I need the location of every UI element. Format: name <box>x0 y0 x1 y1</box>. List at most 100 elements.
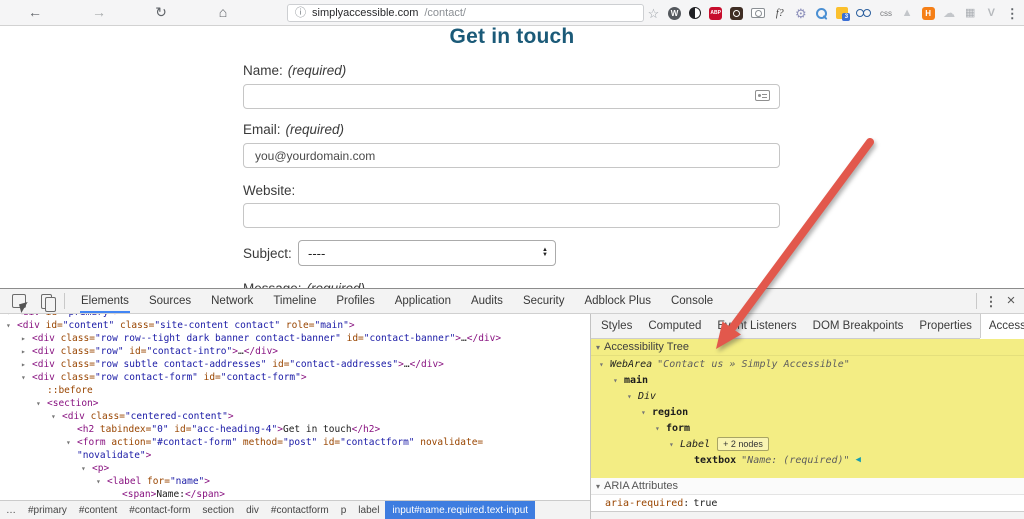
elements-tree-row[interactable]: ▸ <div class="row row--tight dark banner … <box>0 332 590 345</box>
sidebar-tab-event-listeners[interactable]: Event Listeners <box>709 314 804 338</box>
breadcrumb-item[interactable]: #contactform <box>265 501 335 519</box>
disclosure-open-icon[interactable]: ▾ <box>599 360 610 369</box>
disclosure-open-icon[interactable]: ▾ <box>21 371 32 384</box>
subject-selected-value: ---- <box>308 245 326 261</box>
website-input[interactable] <box>243 203 780 228</box>
devtools-close-icon[interactable]: × <box>1004 289 1018 314</box>
disclosure-open-icon[interactable]: ▾ <box>613 376 624 385</box>
accessibility-tree-row[interactable]: ▾ region <box>591 404 1024 420</box>
breadcrumb-item[interactable]: #primary <box>22 501 73 519</box>
home-button[interactable]: ⌂ <box>212 0 234 25</box>
devtools-tab-audits[interactable]: Audits <box>461 289 513 313</box>
accessibility-tree-row[interactable]: textbox "Name: (required)" ◀ <box>591 452 1024 468</box>
bookmark-star-icon[interactable]: ☆ <box>647 6 660 21</box>
sidebar-tab-computed[interactable]: Computed <box>640 314 709 338</box>
device-toolbar-icon[interactable] <box>41 293 56 312</box>
elements-tree-row[interactable]: ▾ <p> <box>0 462 590 475</box>
screenshot-lens-extension-icon[interactable] <box>730 6 744 20</box>
reload-button[interactable]: ↻ <box>150 0 172 25</box>
breadcrumb-item[interactable]: p <box>335 501 353 519</box>
calendar-extension-icon[interactable]: 3 <box>836 7 851 21</box>
disclosure-open-icon[interactable]: ▾ <box>66 436 77 449</box>
devtools-tab-adblock-plus[interactable]: Adblock Plus <box>574 289 660 313</box>
elements-tree-row[interactable]: "novalidate"> <box>0 449 590 462</box>
accessibility-tree-row[interactable]: ▾ WebArea "Contact us » Simply Accessible" <box>591 356 1024 372</box>
breadcrumb-item[interactable]: section <box>196 501 240 519</box>
disclosure-open-icon[interactable]: ▾ <box>669 440 680 449</box>
elements-tree-row[interactable]: ▾ <div id="content" class="site-content c… <box>0 319 590 332</box>
camera-extension-icon[interactable] <box>751 8 766 18</box>
devtools-tab-sources[interactable]: Sources <box>139 289 201 313</box>
disclosure-closed-icon[interactable]: ▸ <box>21 345 32 358</box>
contrast-extension-icon[interactable] <box>689 7 702 19</box>
inspect-element-icon[interactable] <box>12 294 26 308</box>
devtools-tab-profiles[interactable]: Profiles <box>326 289 384 313</box>
sidebar-tab-styles[interactable]: Styles <box>593 314 640 338</box>
triangle-extension-icon[interactable]: ▲ <box>901 6 914 21</box>
disclosure-open-icon[interactable]: ▾ <box>36 397 47 410</box>
disclosure-open-icon[interactable]: ▾ <box>51 410 62 423</box>
devtools-tab-timeline[interactable]: Timeline <box>263 289 326 313</box>
settings-gear-extension-icon[interactable]: ⚙ <box>794 6 807 21</box>
accessibility-tree-row[interactable]: ▾ Label + 2 nodes <box>591 436 1024 452</box>
sidebar-tab-dom-breakpoints[interactable]: DOM Breakpoints <box>805 314 912 338</box>
elements-tree-row[interactable]: ▾ <section> <box>0 397 590 410</box>
elements-tree-row[interactable]: ▾ <form action="#contact-form" method="po… <box>0 436 590 449</box>
expand-nodes-chip[interactable]: + 2 nodes <box>717 437 769 451</box>
disclosure-closed-icon[interactable]: ▸ <box>21 332 32 345</box>
adblock-plus-extension-icon[interactable]: ABP <box>709 6 723 20</box>
magnifier-extension-icon[interactable] <box>815 7 828 20</box>
elements-tree-row[interactable]: ▸ <div class="row subtle contact-addresse… <box>0 358 590 371</box>
devtools-tab-application[interactable]: Application <box>385 289 461 313</box>
disclosure-open-icon[interactable]: ▾ <box>627 392 638 401</box>
devtools-tab-console[interactable]: Console <box>661 289 723 313</box>
accessibility-tree-row[interactable]: ▾ form <box>591 420 1024 436</box>
h-badge-extension-icon[interactable]: H <box>921 6 935 20</box>
sidebar-tab-properties[interactable]: Properties <box>911 314 979 338</box>
pixel-grid-extension-icon[interactable]: ▦ <box>964 6 977 21</box>
autofill-contact-icon[interactable] <box>755 90 770 101</box>
elements-tree-row[interactable]: <h2 tabindex="0" id="acc-heading-4">Get … <box>0 423 590 436</box>
goggles-extension-icon[interactable] <box>856 9 872 17</box>
disclosure-open-icon[interactable]: ▾ <box>96 475 107 488</box>
sidebar-tab-accessibility[interactable]: Accessibility <box>979 314 1024 338</box>
site-info-icon[interactable]: ⓘ <box>295 7 306 19</box>
devtools-tab-network[interactable]: Network <box>201 289 263 313</box>
devtools-tab-elements[interactable]: Elements <box>71 289 139 313</box>
accessibility-tree-row[interactable]: ▾ Div <box>591 388 1024 404</box>
breadcrumb-item[interactable]: div <box>240 501 265 519</box>
v-extension-icon[interactable]: V <box>985 6 998 21</box>
breadcrumb-item[interactable]: #contact-form <box>123 501 196 519</box>
forward-button[interactable]: → <box>88 0 110 25</box>
disclosure-open-icon[interactable]: ▾ <box>655 424 666 433</box>
aria-attributes-section-header[interactable]: ▾ ARIA Attributes <box>591 478 1024 495</box>
breadcrumb-item-selected[interactable]: input#name.required.text-input <box>385 501 536 519</box>
css-toggle-extension-icon[interactable]: css <box>880 6 893 21</box>
name-input[interactable] <box>243 84 780 109</box>
breadcrumb-item[interactable]: #content <box>73 501 123 519</box>
email-input[interactable] <box>243 143 780 168</box>
accessibility-tree-section-header[interactable]: ▾ Accessibility Tree <box>591 339 1024 356</box>
elements-tree-row[interactable]: ::before <box>0 384 590 397</box>
elements-tree-row[interactable]: ▾ <div class="row contact-form" id="conta… <box>0 371 590 384</box>
disclosure-open-icon[interactable]: ▾ <box>6 319 17 332</box>
font-finder-extension-icon[interactable]: f? <box>773 6 786 21</box>
breadcrumb-item[interactable]: label <box>352 501 385 519</box>
accessibility-tree-row[interactable]: ▾ main <box>591 372 1024 388</box>
disclosure-open-icon[interactable]: ▾ <box>81 462 92 475</box>
breadcrumb-item[interactable]: … <box>0 501 22 519</box>
cloud-extension-icon[interactable]: ☁ <box>943 6 956 21</box>
devtools-menu-icon[interactable]: ⋮ <box>984 289 998 314</box>
elements-tree-row[interactable]: ▾ <label for="name"> <box>0 475 590 488</box>
address-bar[interactable]: ⓘ simplyaccessible.com/contact/ <box>287 4 644 22</box>
elements-tree-row[interactable]: ▾ <div class="centered-content"> <box>0 410 590 423</box>
browser-menu-icon[interactable]: ⋮ <box>1006 6 1019 21</box>
back-button[interactable]: ← <box>24 0 46 25</box>
disclosure-closed-icon[interactable]: ▸ <box>21 358 32 371</box>
disclosure-open-icon[interactable]: ▾ <box>641 408 652 417</box>
wordpress-extension-icon[interactable]: W <box>668 6 682 20</box>
elements-tree-row[interactable]: ▸ <div class="row" id="contact-intro">…</… <box>0 345 590 358</box>
subject-select[interactable]: ---- ▲ ▼ <box>298 240 556 266</box>
devtools-tab-security[interactable]: Security <box>513 289 575 313</box>
